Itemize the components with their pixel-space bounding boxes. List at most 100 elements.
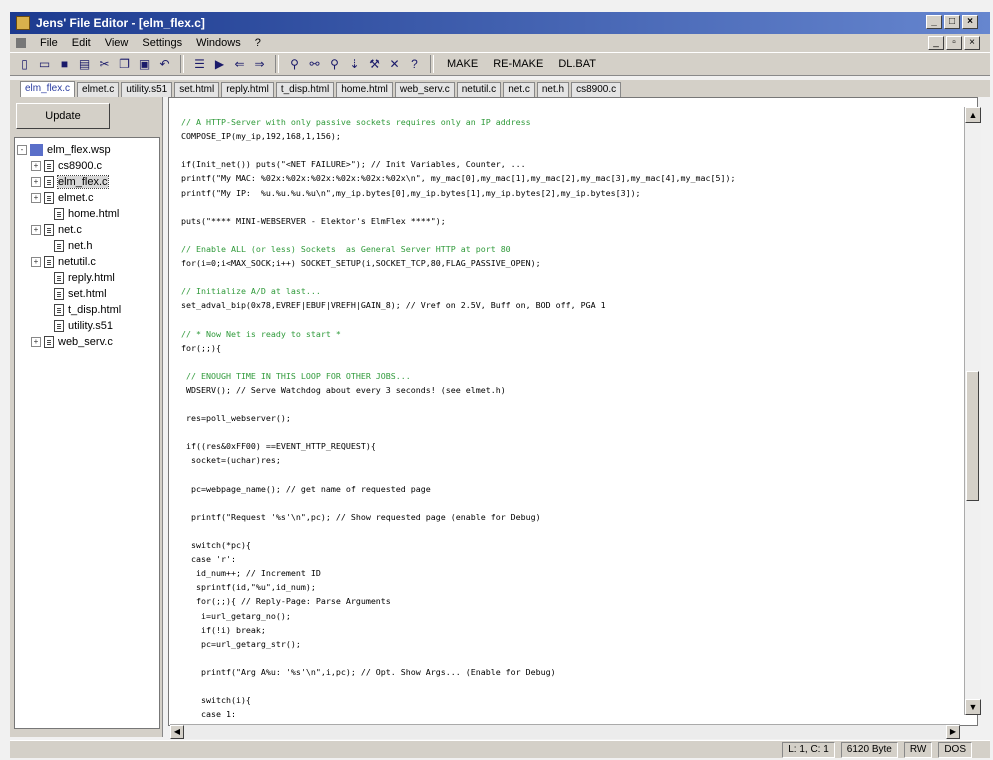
maximize-button[interactable]: □: [944, 15, 960, 29]
expand-icon[interactable]: +: [31, 176, 41, 187]
tree-item-label: home.html: [68, 207, 120, 220]
tree-item-label: web_serv.c: [58, 335, 113, 348]
tree-item[interactable]: reply.html: [41, 270, 115, 285]
file-icon: [54, 287, 64, 300]
make-button[interactable]: MAKE: [441, 58, 484, 70]
expand-icon[interactable]: +: [31, 256, 41, 267]
tree-item[interactable]: set.html: [41, 286, 107, 301]
tree-item[interactable]: t_disp.html: [41, 302, 121, 317]
replace-icon[interactable]: ⚯: [306, 56, 323, 73]
tab-cs8900-c[interactable]: cs8900.c: [571, 82, 622, 97]
file-size: 6120 Byte: [840, 741, 898, 758]
window-controls: _ □ ×: [926, 15, 978, 29]
tree-item[interactable]: + web_serv.c: [31, 334, 113, 349]
copy-icon[interactable]: ❐: [116, 56, 133, 73]
tree-item[interactable]: home.html: [41, 206, 119, 221]
tree-item[interactable]: + netutil.c: [31, 254, 96, 269]
tab-elm-flex-c[interactable]: elm_flex.c: [20, 81, 76, 97]
tree-item-label: utility.s51: [68, 319, 114, 332]
tab-reply-html[interactable]: reply.html: [221, 82, 274, 97]
menu-file[interactable]: File: [40, 37, 58, 49]
tab-utility-s51[interactable]: utility.s51: [121, 82, 173, 97]
code-line: COMPOSE_IP(my_ip,192,168,1,156);: [181, 131, 341, 142]
toolbar-separator: [180, 55, 184, 73]
collapse-icon[interactable]: -: [17, 144, 27, 155]
tree-item[interactable]: + elm_flex.c: [31, 174, 109, 189]
tab-home-html[interactable]: home.html: [336, 82, 393, 97]
menu-windows[interactable]: Windows: [196, 37, 241, 49]
save-icon[interactable]: ■: [56, 56, 73, 73]
tree-project-root[interactable]: - elm_flex.wsp: [17, 142, 111, 157]
doc-restore-button[interactable]: ▫: [946, 36, 962, 50]
vertical-scrollbar[interactable]: ▲ ▼: [964, 107, 981, 715]
code-line: case 'r':: [181, 554, 236, 565]
tab-elmet-c[interactable]: elmet.c: [77, 82, 120, 97]
print-icon[interactable]: ▤: [76, 56, 93, 73]
tab-netutil-c[interactable]: netutil.c: [456, 82, 502, 97]
scroll-down-icon[interactable]: ▼: [965, 699, 981, 715]
tab-set-html[interactable]: set.html: [174, 82, 220, 97]
new-file-icon[interactable]: ▯: [16, 56, 33, 73]
expand-icon[interactable]: +: [31, 160, 41, 171]
code-line: if(Init_net()) puts("<NET FAILURE>"); //…: [181, 159, 526, 170]
tree-item-label: netutil.c: [58, 255, 96, 268]
tree-item[interactable]: utility.s51: [41, 318, 113, 333]
update-button[interactable]: Update: [16, 103, 110, 129]
minimize-button[interactable]: _: [926, 15, 942, 29]
list-icon[interactable]: ☰: [191, 56, 208, 73]
document-menu-icon[interactable]: [16, 38, 26, 48]
tree-item-label: set.html: [68, 287, 107, 300]
doc-minimize-button[interactable]: _: [928, 36, 944, 50]
expand-icon[interactable]: +: [31, 336, 41, 347]
dlbat-button[interactable]: DL.BAT: [552, 58, 602, 70]
scroll-right-icon[interactable]: ▶: [946, 725, 960, 739]
tab-web-serv-c[interactable]: web_serv.c: [394, 82, 455, 97]
close-button[interactable]: ×: [962, 15, 978, 29]
code-line: // * Now Net is ready to start *: [181, 328, 341, 339]
file-icon: [44, 191, 54, 204]
menu-view[interactable]: View: [105, 37, 129, 49]
scroll-left-icon[interactable]: ◀: [170, 725, 184, 739]
code-line: for(;;){: [181, 342, 221, 353]
paste-icon[interactable]: ▣: [136, 56, 153, 73]
tab-net-h[interactable]: net.h: [536, 82, 570, 97]
remake-button[interactable]: RE-MAKE: [487, 58, 549, 70]
code-line: // ENOUGH TIME IN THIS LOOP FOR OTHER JO…: [181, 370, 411, 381]
prev-bookmark-icon[interactable]: ⇐: [231, 56, 248, 73]
tab-net-c[interactable]: net.c: [503, 82, 535, 97]
find-icon[interactable]: ⚲: [286, 56, 303, 73]
horizontal-scrollbar[interactable]: ◀ ▶: [170, 724, 960, 739]
menu-help[interactable]: ?: [255, 37, 261, 49]
find-next-icon[interactable]: ⚲: [326, 56, 343, 73]
title-bar: Jens' File Editor - [elm_flex.c] _ □ ×: [10, 12, 990, 34]
expand-icon[interactable]: +: [31, 224, 41, 235]
tree-item[interactable]: + elmet.c: [31, 190, 93, 205]
tree-item-label: cs8900.c: [58, 159, 103, 172]
cut-icon[interactable]: ✂: [96, 56, 113, 73]
undo-icon[interactable]: ↶: [156, 56, 173, 73]
next-bookmark-icon[interactable]: ⇒: [251, 56, 268, 73]
tree-item[interactable]: + net.c: [31, 222, 82, 237]
clear-icon[interactable]: ✕: [386, 56, 403, 73]
scroll-up-icon[interactable]: ▲: [965, 107, 981, 123]
code-line: // Initialize A/D at last...: [181, 286, 321, 297]
menu-edit[interactable]: Edit: [72, 37, 91, 49]
tree-item-label: reply.html: [68, 271, 115, 284]
menu-settings[interactable]: Settings: [142, 37, 182, 49]
cursor-position: L: 1, C: 1: [782, 741, 835, 758]
tools-icon[interactable]: ⚒: [366, 56, 383, 73]
doc-close-button[interactable]: ×: [964, 36, 980, 50]
open-folder-icon[interactable]: ▭: [36, 56, 53, 73]
code-editor[interactable]: // A HTTP-Server with only passive socke…: [168, 97, 978, 726]
tab-t-disp-html[interactable]: t_disp.html: [275, 82, 335, 97]
expand-icon[interactable]: +: [31, 192, 41, 203]
scroll-thumb[interactable]: [966, 371, 979, 501]
bookmark-icon[interactable]: ▶: [211, 56, 228, 73]
help-icon[interactable]: ?: [406, 56, 423, 73]
code-line: socket=(uchar)res;: [181, 455, 281, 466]
code-line: id_num++; // Increment ID: [181, 568, 321, 579]
goto-icon[interactable]: ⇣: [346, 56, 363, 73]
tree-item[interactable]: + cs8900.c: [31, 158, 102, 173]
file-icon: [44, 335, 54, 348]
tree-item[interactable]: net.h: [41, 238, 92, 253]
